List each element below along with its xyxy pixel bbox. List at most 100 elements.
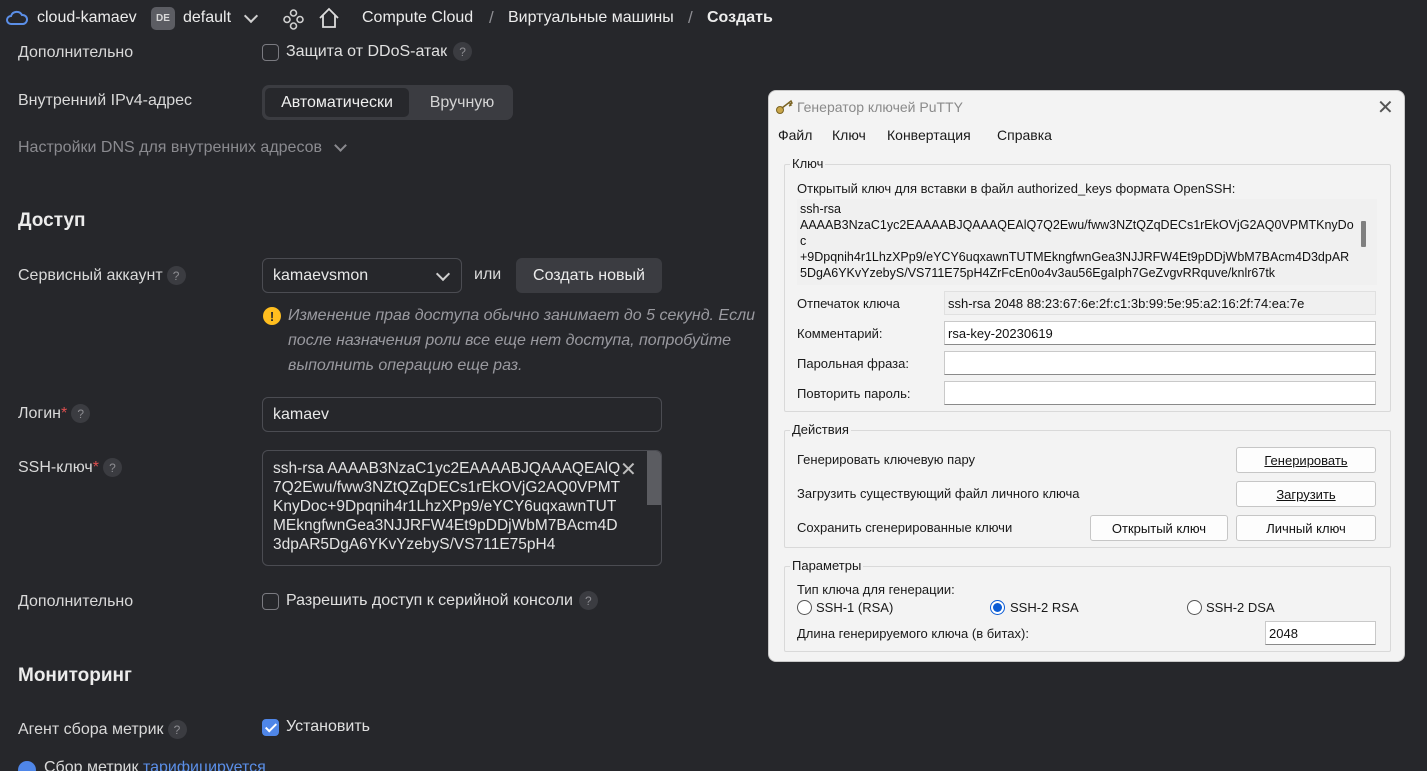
confirm-passphrase-input[interactable] <box>944 381 1376 405</box>
ssh1-rsa-radio[interactable] <box>797 600 812 615</box>
service-account-value: kamaevsmon <box>273 266 369 284</box>
ipv4-label: Внутренний IPv4-адрес <box>18 92 192 109</box>
access-warning: Изменение прав доступа обычно занимает д… <box>288 307 756 374</box>
chevron-down-icon[interactable] <box>243 8 259 24</box>
breadcrumb-separator: / <box>688 8 693 27</box>
dns-settings-label: Настройки DNS для внутренних адресов <box>18 139 323 156</box>
top-bar: cloud-kamaev DE default Compute Cloud / … <box>0 0 1427 38</box>
comment-label: Комментарий: <box>797 326 883 341</box>
close-icon[interactable]: ✕ <box>620 457 637 482</box>
key-bits-value: 2048 <box>1269 625 1298 641</box>
login-value: kamaev <box>273 405 330 423</box>
help-icon[interactable]: ? <box>167 720 187 739</box>
fingerprint-label: Отпечаток ключа <box>797 296 900 311</box>
ssh-key-label-row: SSH-ключ * ? <box>18 458 122 477</box>
load-label: Загрузить существующий файл личного ключ… <box>797 486 1080 501</box>
service-account-select[interactable]: kamaevsmon <box>262 258 462 293</box>
monitoring-section-title: Мониторинг <box>18 665 132 686</box>
generate-button-label: Генерировать <box>1264 452 1348 468</box>
breadcrumb-separator: / <box>489 8 494 27</box>
scrollbar[interactable] <box>647 451 661 505</box>
close-icon[interactable]: ✕ <box>1377 95 1394 120</box>
or-text: или <box>474 266 502 283</box>
folder-name[interactable]: default <box>183 9 231 27</box>
load-button-label: Загрузить <box>1276 486 1336 502</box>
chevron-down-icon <box>334 138 347 152</box>
ddos-label: Защита от DDoS-атак <box>286 42 448 60</box>
passphrase-label: Парольная фраза: <box>797 356 909 371</box>
key-icon <box>776 99 793 114</box>
billing-text: Сбор метрик <box>44 759 139 771</box>
help-icon[interactable]: ? <box>102 458 122 477</box>
ipv4-mode-toggle: Автоматически Вручную <box>262 85 513 120</box>
menu-help[interactable]: Справка <box>997 127 1052 143</box>
ssh-key-textarea[interactable]: ssh-rsa AAAAB3NzaC1yc2EAAAABJQAAAQEAlQ7Q… <box>262 450 662 566</box>
cloud-name[interactable]: cloud-kamaev <box>37 9 137 27</box>
billing-link[interactable]: тарифицируется <box>143 759 266 771</box>
ssh2-dsa-label: SSH-2 DSA <box>1206 600 1275 615</box>
help-icon[interactable]: ? <box>453 42 473 61</box>
confirm-passphrase-label: Повторить пароль: <box>797 386 911 401</box>
help-icon[interactable]: ? <box>166 266 186 285</box>
serial-console-checkbox[interactable] <box>262 593 279 610</box>
public-key-label: Открытый ключ для вставки в файл authori… <box>797 181 1236 196</box>
fingerprint-value: ssh-rsa 2048 88:23:67:6e:2f:c1:3b:99:5e:… <box>948 295 1305 311</box>
public-key-box[interactable]: ssh-rsa AAAAB3NzaC1yc2EAAAABJQAAAQEAlQ7Q… <box>797 199 1377 285</box>
service-account-label-row: Сервисный аккаунт ? <box>18 266 186 285</box>
breadcrumb-create: Создать <box>707 9 773 26</box>
login-label-row: Логин * ? <box>18 404 91 423</box>
warning-icon: ! <box>263 307 281 325</box>
dns-settings-toggle[interactable]: Настройки DNS для внутренних адресов <box>18 138 347 157</box>
breadcrumb-compute-cloud[interactable]: Compute Cloud <box>362 9 473 27</box>
breadcrumb-vms[interactable]: Виртуальные машины <box>508 9 674 27</box>
fingerprint-field[interactable]: ssh-rsa 2048 88:23:67:6e:2f:c1:3b:99:5e:… <box>944 291 1376 315</box>
comment-input[interactable]: rsa-key-20230619 <box>944 321 1376 345</box>
key-bits-label: Длина генерируемого ключа (в битах): <box>797 626 1029 641</box>
window-title: Генератор ключей PuTTY <box>797 99 963 115</box>
actions-group-title: Действия <box>790 422 851 437</box>
ssh-key-label: SSH-ключ <box>18 458 93 476</box>
puttygen-window: Генератор ключей PuTTY ✕ Файл Ключ Конве… <box>768 90 1405 662</box>
extra-label: Дополнительно <box>18 44 134 61</box>
ipv4-auto-option[interactable]: Автоматически <box>265 88 409 117</box>
agent-checkbox-label: Установить <box>286 718 370 735</box>
help-icon[interactable]: ? <box>71 404 91 423</box>
create-new-account-button[interactable]: Создать новый <box>516 258 662 293</box>
generate-label: Генерировать ключевую пару <box>797 452 976 467</box>
ssh2-dsa-radio[interactable] <box>1187 600 1202 615</box>
ssh2-rsa-radio[interactable] <box>990 600 1005 615</box>
access-section-title: Доступ <box>18 210 86 231</box>
public-key-text: ssh-rsa AAAAB3NzaC1yc2EAAAABJQAAAQEAlQ7Q… <box>800 202 1354 280</box>
agent-label-row: Агент сбора метрик ? <box>18 720 187 739</box>
ipv4-manual-option[interactable]: Вручную <box>414 88 510 117</box>
home-icon[interactable] <box>318 7 340 29</box>
cloud-icon[interactable] <box>6 10 28 26</box>
generate-button[interactable]: Генерировать <box>1236 447 1376 473</box>
parameters-group-title: Параметры <box>790 558 864 573</box>
login-input[interactable]: kamaev <box>262 397 662 432</box>
ddos-checkbox[interactable] <box>262 44 279 61</box>
scrollbar[interactable] <box>1361 221 1366 247</box>
key-type-label: Тип ключа для генерации: <box>797 582 955 597</box>
agent-label: Агент сбора метрик <box>18 720 164 738</box>
info-icon <box>18 761 36 771</box>
ssh-key-value: ssh-rsa AAAAB3NzaC1yc2EAAAABJQAAAQEAlQ7Q… <box>273 460 621 553</box>
menu-key[interactable]: Ключ <box>832 127 866 143</box>
billing-note: Сбор метрик тарифицируется <box>44 759 266 771</box>
save-public-key-button[interactable]: Открытый ключ <box>1090 515 1228 541</box>
agent-checkbox[interactable] <box>262 719 279 736</box>
ddos-option: Защита от DDoS-атак ? <box>286 42 473 61</box>
folder-badge: DE <box>151 7 175 30</box>
save-private-key-button[interactable]: Личный ключ <box>1236 515 1376 541</box>
help-icon[interactable]: ? <box>578 591 598 610</box>
serial-console-option: Разрешить доступ к серийной консоли ? <box>286 591 598 610</box>
key-bits-input[interactable]: 2048 <box>1265 621 1376 645</box>
key-group-title: Ключ <box>790 156 826 171</box>
chevron-down-icon <box>435 266 451 282</box>
menu-file[interactable]: Файл <box>778 127 812 143</box>
passphrase-input[interactable] <box>944 351 1376 375</box>
services-icon[interactable] <box>283 9 304 30</box>
load-button[interactable]: Загрузить <box>1236 481 1376 507</box>
extra-label-2: Дополнительно <box>18 593 134 610</box>
menu-conversion[interactable]: Конвертация <box>887 127 971 143</box>
